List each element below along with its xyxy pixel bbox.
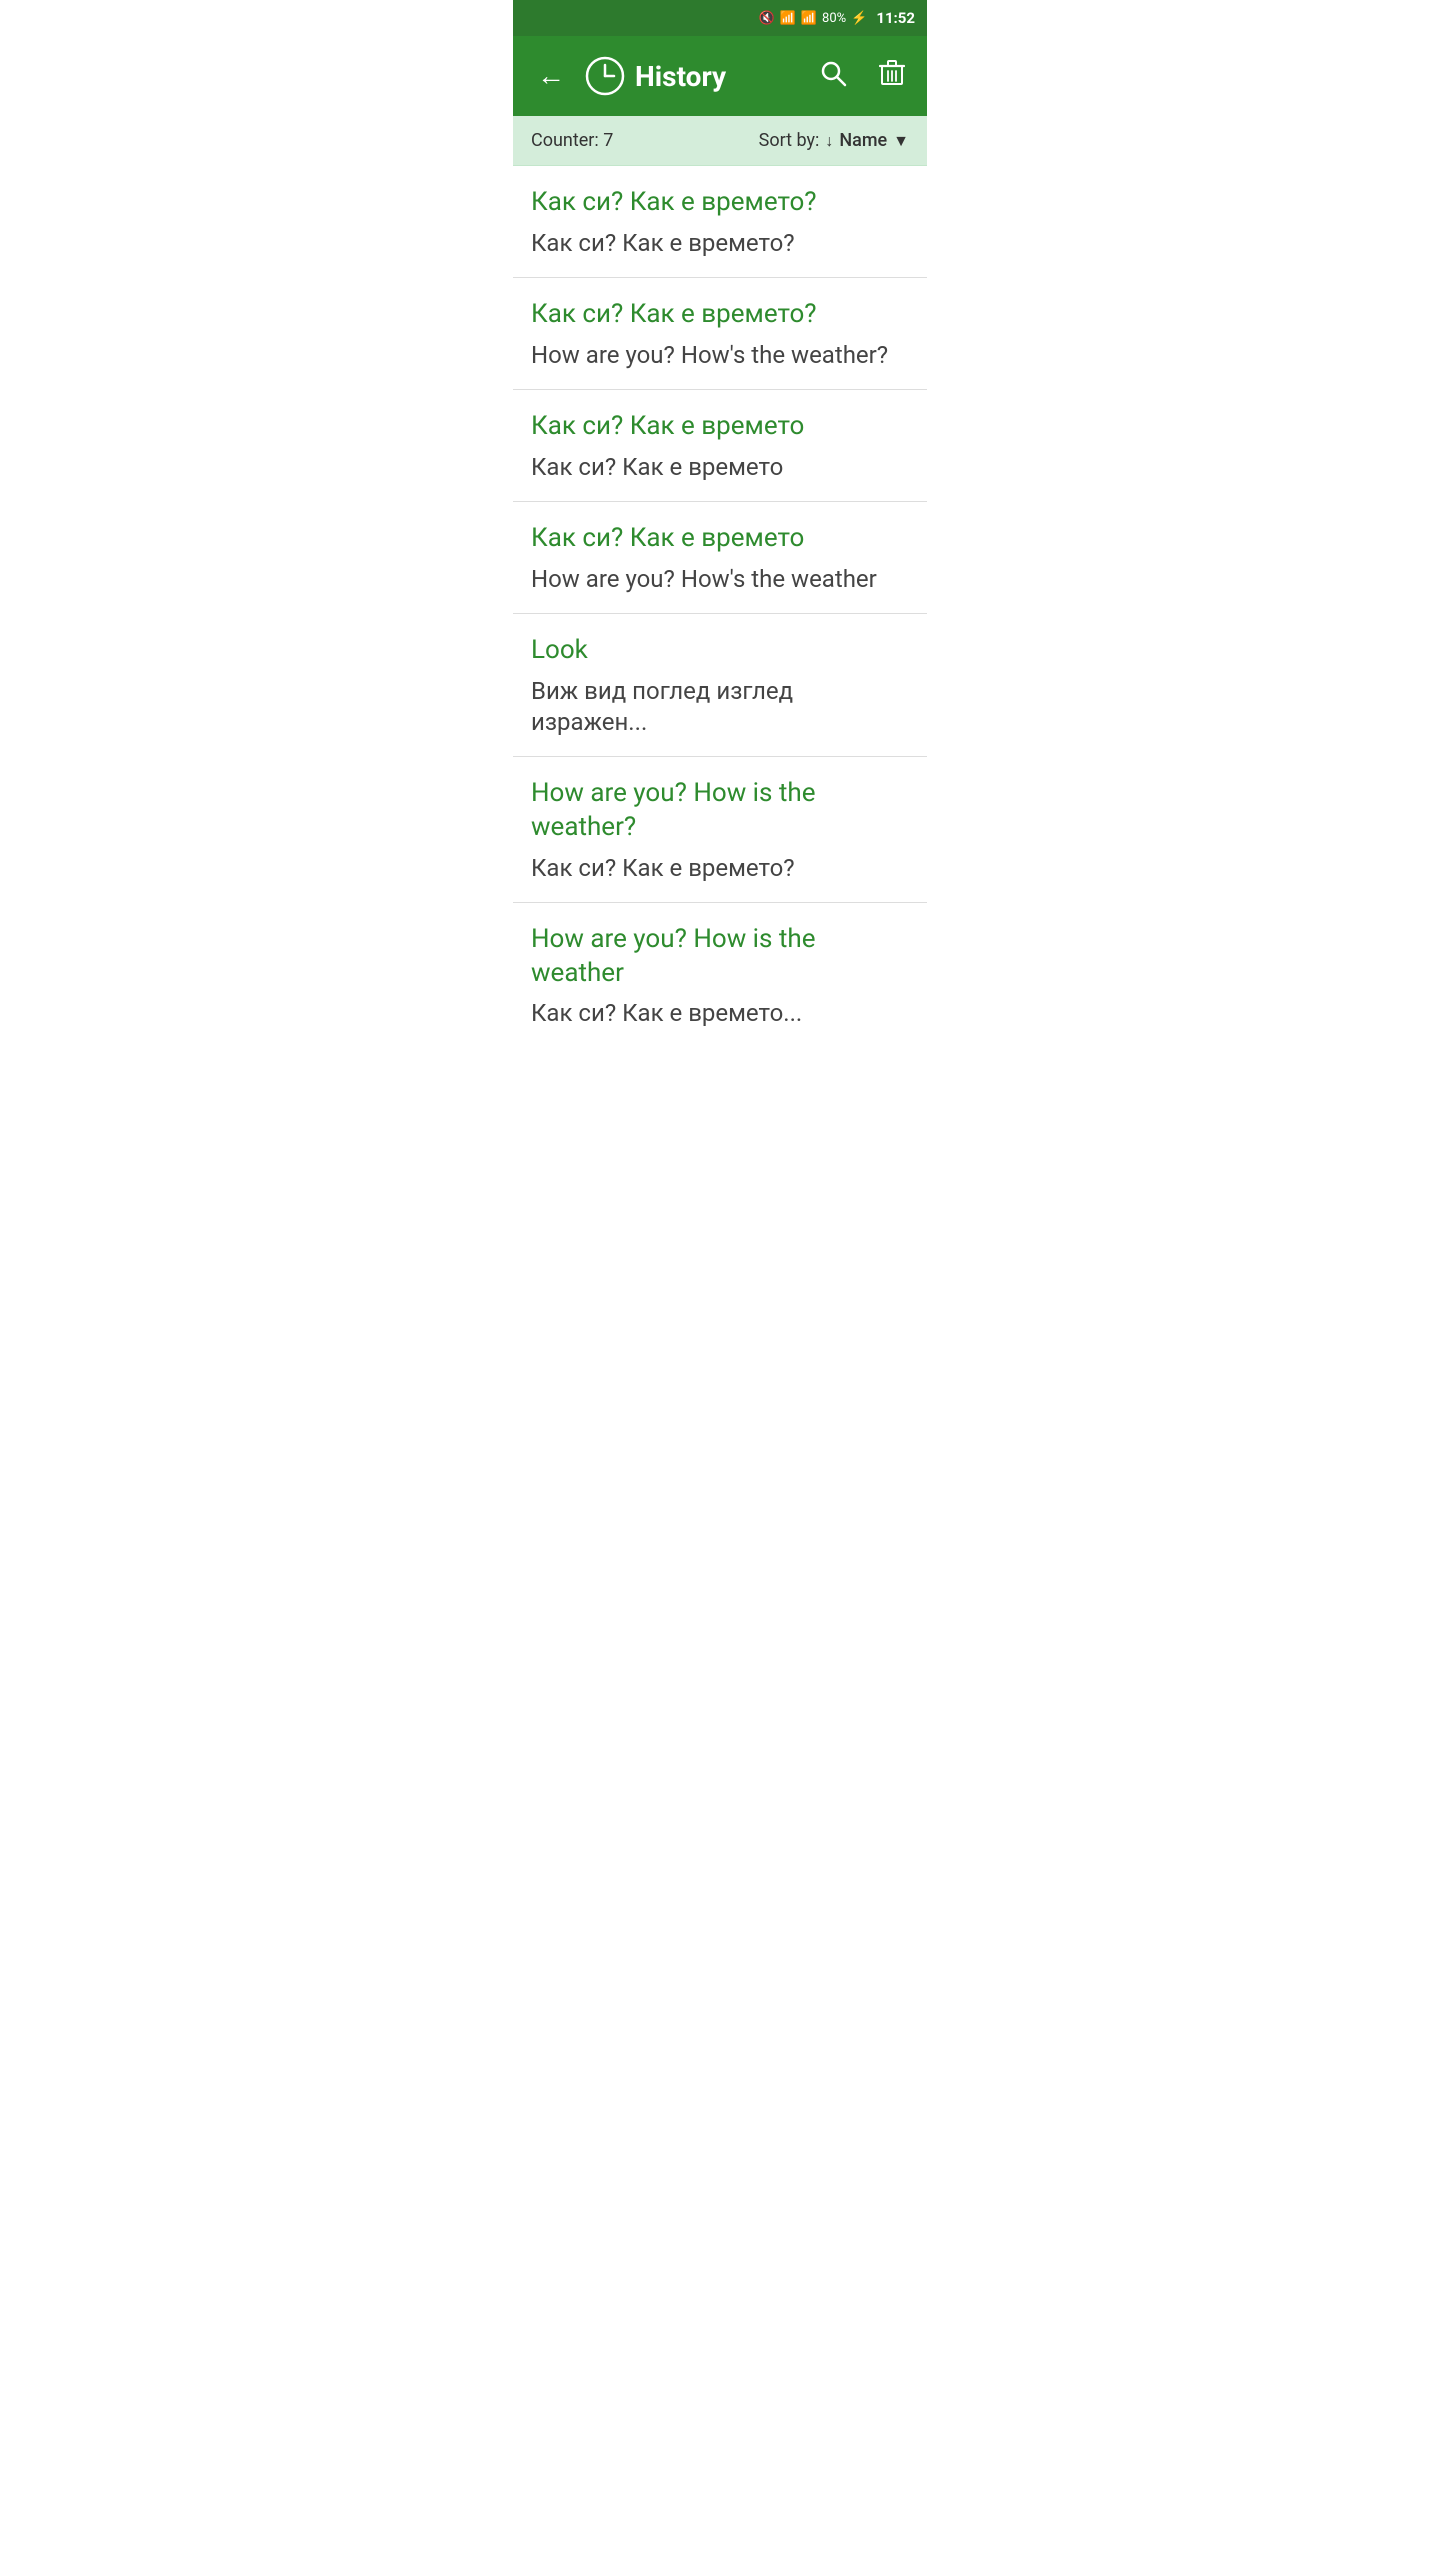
history-secondary-text: Как си? Как е времето? xyxy=(531,853,909,884)
clock-icon xyxy=(585,56,625,96)
signal-icon: 📶 xyxy=(801,11,817,26)
list-item[interactable]: How are you? How is the weather Как си? К… xyxy=(513,903,927,1048)
history-secondary-text: How are you? How's the weather xyxy=(531,564,909,595)
sort-label: Sort by: xyxy=(759,130,820,151)
delete-button[interactable] xyxy=(873,53,911,100)
history-secondary-text: Виж вид поглед изглед изражен... xyxy=(531,676,909,738)
mute-icon: 🔇 xyxy=(758,11,774,26)
list-item[interactable]: Как си? Как е времето? Как си? Как е врем… xyxy=(513,166,927,278)
battery-text: 80% xyxy=(822,11,846,26)
title-group: History xyxy=(585,56,801,96)
counter-label: Counter: 7 xyxy=(531,130,613,151)
history-secondary-text: Как си? Как е времето xyxy=(531,452,909,483)
battery-icon: ⚡ xyxy=(851,11,867,26)
history-secondary-text: Как си? Как е времето... xyxy=(531,998,909,1029)
history-primary-text: Как си? Как е времето? xyxy=(531,186,909,220)
history-primary-text: How are you? How is the weather? xyxy=(531,777,909,845)
back-button[interactable]: ← xyxy=(529,54,573,98)
status-bar: 🔇 📶 📶 80% ⚡ 11:52 xyxy=(513,0,927,36)
list-item[interactable]: How are you? How is the weather? Как си? … xyxy=(513,757,927,903)
history-primary-text: Как си? Как е времето? xyxy=(531,298,909,332)
subheader: Counter: 7 Sort by: ↓ Name ▼ xyxy=(513,116,927,166)
sort-dropdown-icon[interactable]: ▼ xyxy=(893,131,909,151)
search-button[interactable] xyxy=(813,53,853,100)
history-secondary-text: How are you? How's the weather? xyxy=(531,340,909,371)
app-bar-actions xyxy=(813,53,911,100)
history-list: Как си? Как е времето?Как си? Как е врем… xyxy=(513,166,927,1048)
list-item[interactable]: Как си? Как е времето Как си? Как е време… xyxy=(513,390,927,502)
sort-value: Name xyxy=(839,130,887,151)
history-secondary-text: Как си? Как е времето? xyxy=(531,228,909,259)
status-time: 11:52 xyxy=(876,9,915,27)
sort-group[interactable]: Sort by: ↓ Name ▼ xyxy=(759,130,909,151)
list-item[interactable]: Look Виж вид поглед изглед изражен... xyxy=(513,614,927,757)
history-primary-text: Look xyxy=(531,634,909,668)
history-primary-text: Как си? Как е времето xyxy=(531,410,909,444)
list-item[interactable]: Как си? Как е времето How are you? How's … xyxy=(513,502,927,614)
wifi-icon: 📶 xyxy=(780,11,796,26)
page-title: History xyxy=(635,60,726,93)
status-icons: 🔇 📶 📶 80% ⚡ 11:52 xyxy=(758,9,915,27)
list-item[interactable]: Как си? Как е времето? How are you? How's… xyxy=(513,278,927,390)
history-primary-text: Как си? Как е времето xyxy=(531,522,909,556)
sort-direction-icon: ↓ xyxy=(825,131,833,151)
app-bar: ← History xyxy=(513,36,927,116)
history-primary-text: How are you? How is the weather xyxy=(531,923,909,991)
